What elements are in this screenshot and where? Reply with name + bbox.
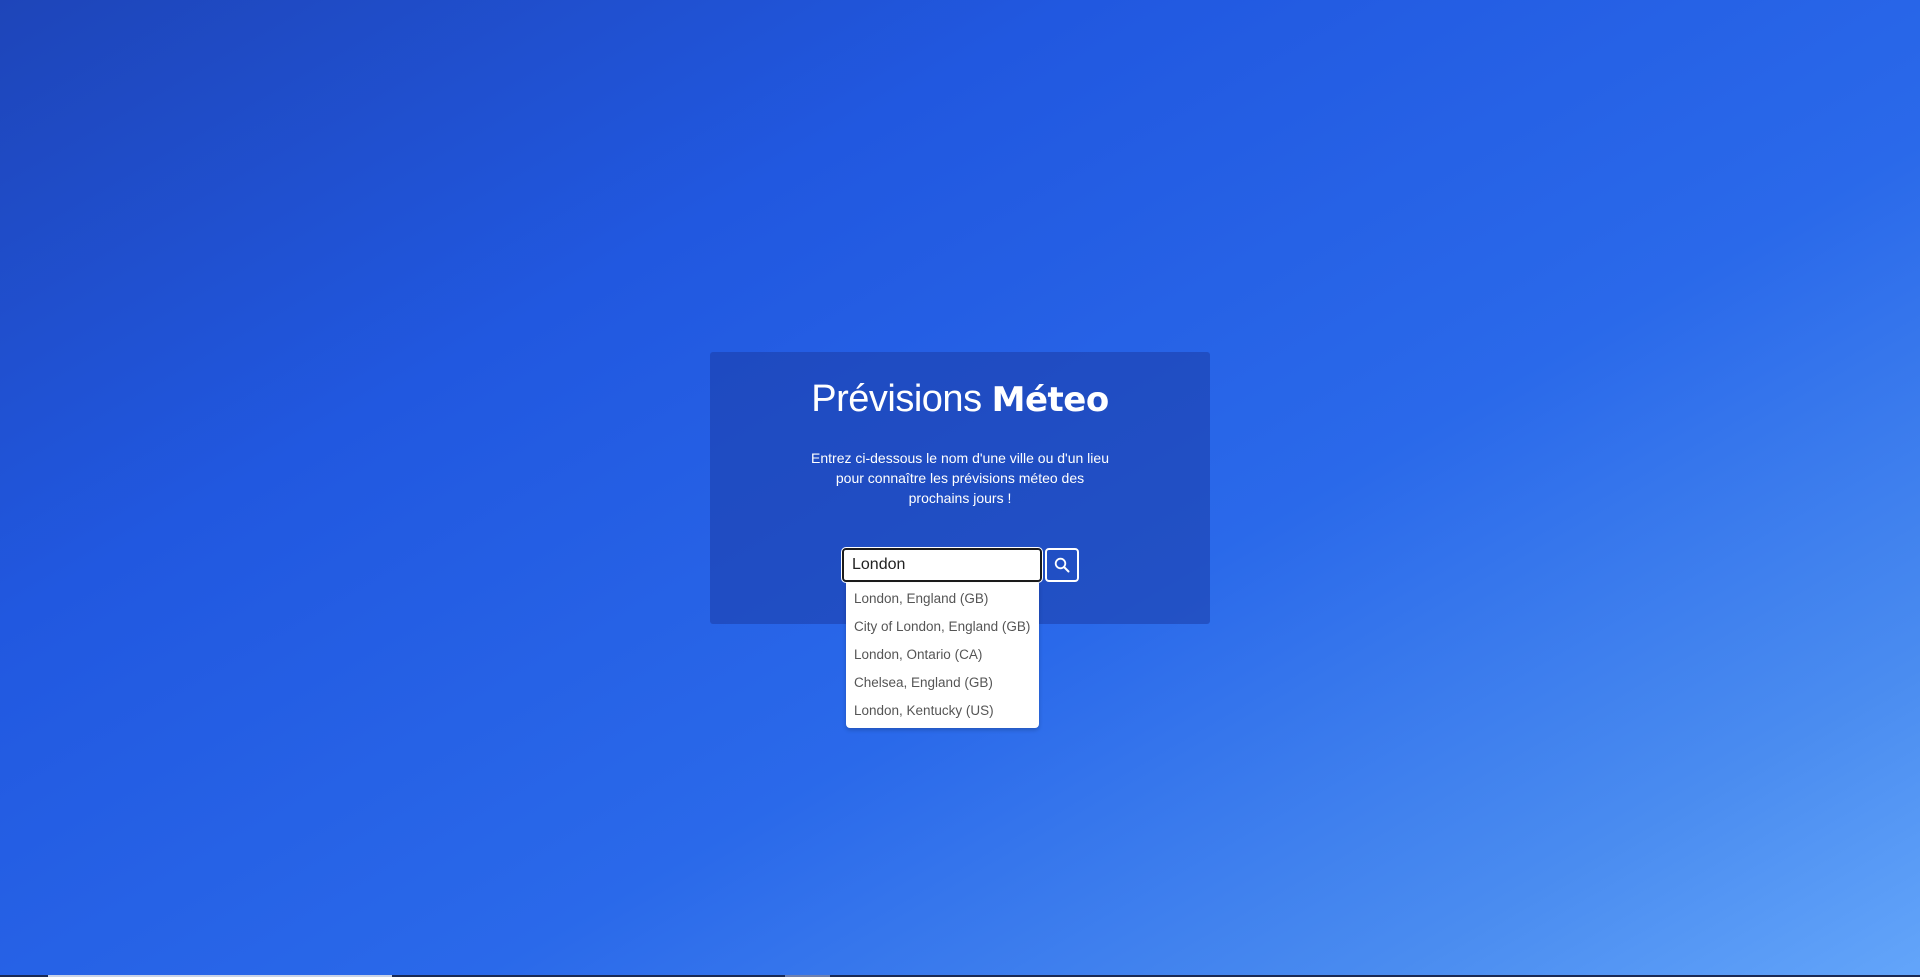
intro-text: Entrez ci-dessous le nom d'une ville ou … (811, 450, 1109, 506)
suggestions-dropdown: London, England (GB) City of London, Eng… (846, 583, 1039, 728)
title-bold: Méteo (991, 380, 1110, 420)
suggestion-item[interactable]: London, Ontario (CA) (846, 641, 1039, 669)
suggestion-item[interactable]: London, England (GB) (846, 585, 1039, 613)
search-input[interactable] (841, 547, 1043, 583)
title-light: Prévisions (811, 378, 982, 420)
suggestion-item[interactable]: Chelsea, England (GB) (846, 669, 1039, 697)
search-button[interactable] (1045, 548, 1079, 582)
search-icon (1054, 557, 1070, 573)
page-title: Prévisions Méteo (710, 376, 1210, 423)
suggestion-item[interactable]: City of London, England (GB) (846, 613, 1039, 641)
suggestion-item[interactable]: London, Kentucky (US) (846, 697, 1039, 725)
